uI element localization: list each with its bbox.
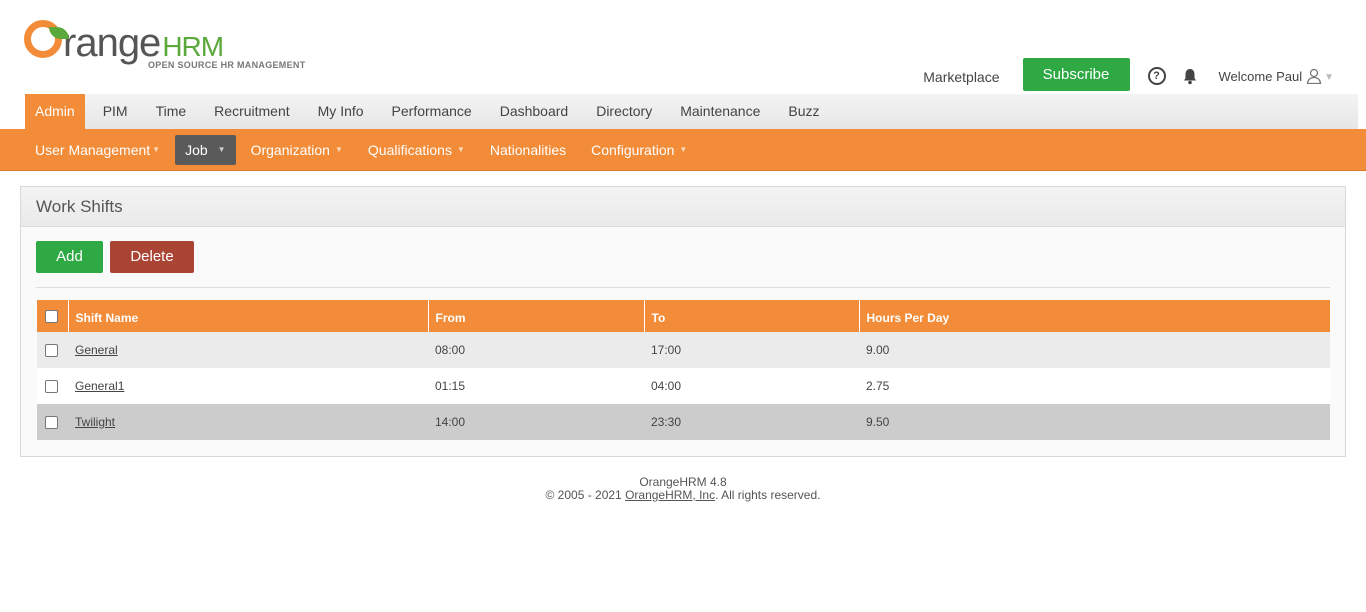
divider [36,287,1330,288]
row-checkbox-cell [37,404,68,440]
chevron-down-icon: ▼ [456,144,465,154]
menu-recruitment[interactable]: Recruitment [200,94,303,129]
chevron-down-icon: ▼ [334,144,343,154]
menu-directory[interactable]: Directory [582,94,666,129]
orangehrm-logo[interactable]: rangeHRM OPEN SOURCE HR MANAGEMENT [24,12,314,74]
column-header-shift-name[interactable]: Shift Name [68,300,429,332]
menu-buzz[interactable]: Buzz [774,94,833,129]
submenu-nationalities-label: Nationalities [489,141,567,158]
help-icon[interactable]: ? [1147,67,1166,85]
work-shifts-panel: Work Shifts Add Delete Shift Name From T… [20,186,1346,457]
from-cell: 01:15 [428,368,644,404]
menu-dashboard[interactable]: Dashboard [486,94,583,129]
user-menu-caret-icon[interactable]: ▼ [1324,72,1334,83]
marketplace-link[interactable]: Marketplace [923,69,999,85]
panel-title: Work Shifts [21,187,1345,227]
work-shifts-table: Shift Name From To Hours Per Day General… [37,300,1330,440]
chevron-down-icon: ▼ [679,144,688,154]
header-actions: Marketplace Subscribe ? Welcome Paul ▼ [923,58,1334,91]
table-row: General 08:00 17:00 9.00 [37,332,1330,368]
column-header-hours-per-day[interactable]: Hours Per Day [859,300,1330,332]
table-row: Twilight 14:00 23:30 9.50 [37,404,1330,440]
from-cell: 14:00 [428,404,644,440]
chevron-down-icon: ▼ [217,144,226,154]
add-button[interactable]: Add [36,241,103,273]
select-all-checkbox[interactable] [45,310,58,324]
submenu-organization-label: Organization [250,141,330,158]
shift-name-cell: Twilight [68,404,428,440]
submenu-qualifications-label: Qualifications [367,141,452,158]
hours-cell: 9.00 [859,332,1330,368]
submenu-user-management-label: User Management [35,141,151,158]
logo-hrm: HRM [162,31,224,62]
row-checkbox[interactable] [45,416,58,430]
action-buttons: Add Delete [36,241,194,273]
row-checkbox-cell [37,332,68,368]
user-avatar-icon[interactable] [1306,68,1322,84]
select-all-cell [37,300,69,332]
submenu-nationalities[interactable]: Nationalities [480,135,576,165]
menu-maintenance[interactable]: Maintenance [666,94,774,129]
from-cell: 08:00 [428,332,644,368]
table-row: General1 01:15 04:00 2.75 [37,368,1330,404]
copyright-suffix: . All rights reserved. [715,488,821,502]
notification-bell-icon[interactable] [1181,67,1199,85]
to-cell: 17:00 [644,332,859,368]
header: rangeHRM OPEN SOURCE HR MANAGEMENT Marke… [0,0,1366,94]
menu-pim[interactable]: PIM [89,94,142,129]
logo-orange-icon [24,20,69,58]
logo-word: range [63,21,161,65]
row-checkbox[interactable] [45,380,58,394]
menu-admin[interactable]: Admin [25,94,85,129]
menu-performance[interactable]: Performance [378,94,486,129]
to-cell: 23:30 [644,404,859,440]
subscribe-button[interactable]: Subscribe [1022,58,1130,91]
copyright-prefix: © 2005 - 2021 [545,488,626,502]
delete-button[interactable]: Delete [110,241,194,273]
footer-copyright: © 2005 - 2021 OrangeHRM, Inc. All rights… [0,489,1366,502]
row-checkbox[interactable] [45,344,58,358]
shift-name-link[interactable]: Twilight [75,415,115,429]
submenu-job-label: Job [185,141,208,158]
menu-my-info[interactable]: My Info [304,94,378,129]
submenu-user-management[interactable]: User Management ▼ [25,135,170,165]
shift-name-cell: General1 [68,368,428,404]
welcome-user-menu[interactable]: Welcome Paul [1219,69,1303,84]
shift-name-link[interactable]: General [75,343,118,357]
shift-name-link[interactable]: General1 [75,379,124,393]
main-menu: Admin PIM Time Recruitment My Info Perfo… [25,94,1358,129]
sub-menu: User Management ▼ Job ▼ Organization ▼ Qual… [0,129,1366,171]
submenu-configuration[interactable]: Configuration ▼ [581,135,697,165]
footer: OrangeHRM 4.8 © 2005 - 2021 OrangeHRM, I… [0,476,1366,502]
shift-name-cell: General [68,332,428,368]
logo-tagline: OPEN SOURCE HR MANAGEMENT [148,60,306,70]
column-header-to[interactable]: To [644,300,860,332]
column-header-from[interactable]: From [428,300,645,332]
to-cell: 04:00 [644,368,859,404]
company-link[interactable]: OrangeHRM, Inc [625,488,715,502]
submenu-configuration-label: Configuration [591,141,675,158]
submenu-job[interactable]: Job ▼ [175,134,236,165]
table-header-row: Shift Name From To Hours Per Day [37,300,1330,332]
submenu-organization[interactable]: Organization ▼ [241,135,353,165]
menu-time[interactable]: Time [142,94,201,129]
hours-cell: 2.75 [859,368,1330,404]
submenu-qualifications[interactable]: Qualifications ▼ [358,135,475,165]
row-checkbox-cell [37,368,68,404]
hours-cell: 9.50 [859,404,1330,440]
chevron-down-icon: ▼ [152,144,161,154]
